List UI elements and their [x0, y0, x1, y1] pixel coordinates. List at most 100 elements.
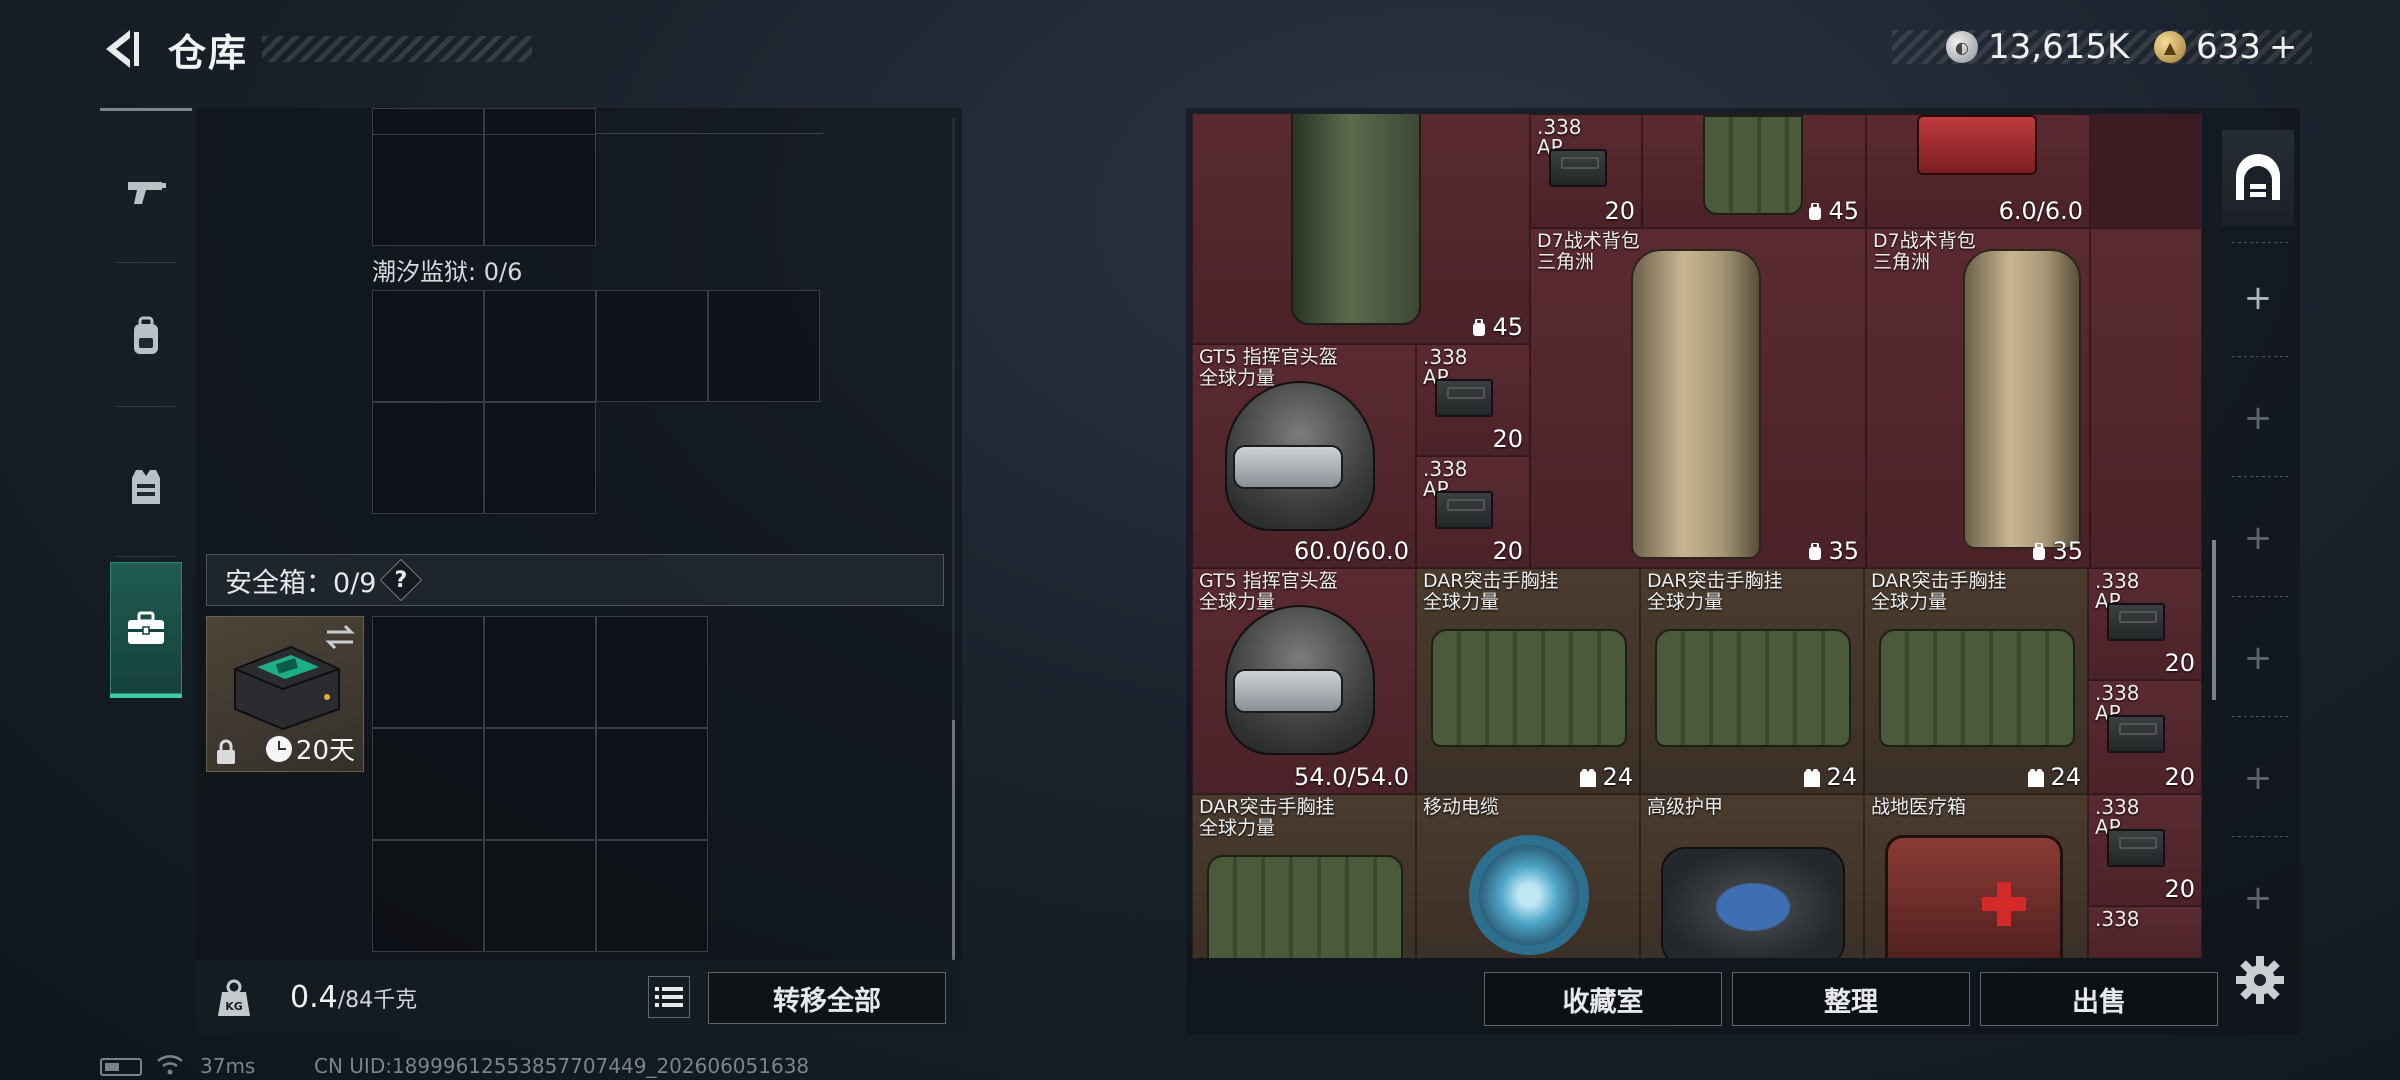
stash-item[interactable]: GT5 指挥官头盔 全球力量 60.0/60.0	[1192, 344, 1416, 568]
add-stash-tab-button[interactable]: +	[2222, 730, 2294, 826]
item-count: 20	[1604, 197, 1635, 225]
add-currency-button[interactable]: +	[2269, 27, 2298, 67]
item-name: 移动电缆	[1423, 796, 1500, 818]
grid-cell[interactable]	[372, 108, 484, 134]
grid-cell[interactable]	[372, 402, 484, 514]
help-button[interactable]: ?	[380, 558, 423, 602]
item-name: D7战术背包 三角洲	[1537, 230, 1640, 273]
side-separator	[2232, 242, 2288, 243]
safe-grid-cell[interactable]	[596, 840, 708, 952]
item-count: 24	[2027, 763, 2081, 791]
safe-grid-cell[interactable]	[484, 840, 596, 952]
grid-cell[interactable]	[372, 290, 484, 402]
gold-currency[interactable]: ▲ 633 +	[2154, 24, 2297, 70]
weight-value: 0.4	[290, 980, 338, 1015]
list-view-button[interactable]	[648, 976, 690, 1018]
grid-cell[interactable]	[708, 290, 820, 402]
stash-item[interactable]: 移动电缆	[1416, 794, 1640, 958]
grid-cell[interactable]	[372, 134, 484, 246]
side-separator	[2232, 596, 2288, 597]
stash-item[interactable]: D7战术背包 三角洲 35	[1866, 228, 2090, 568]
grid-cell[interactable]	[484, 108, 596, 134]
item-count: 24	[1579, 763, 1633, 791]
ammo-box-art	[2107, 715, 2165, 753]
safe-box-capacity: 安全箱：0/9	[225, 567, 377, 599]
settings-gear-icon[interactable]	[2232, 952, 2288, 1008]
weight-icon: KG	[218, 979, 250, 1016]
silver-currency[interactable]: ◐ 13,615K	[1946, 24, 2129, 70]
stash-item[interactable]: 战地医疗箱	[1864, 794, 2088, 958]
add-stash-tab-button[interactable]: +	[2222, 610, 2294, 706]
stash-item[interactable]: GT5 指挥官头盔 全球力量 54.0/54.0	[1192, 568, 1416, 794]
stash-item[interactable]: .338 AP 20	[2088, 794, 2202, 906]
stash-item[interactable]: D7战术背包 三角洲 35	[1530, 228, 1866, 568]
item-name: .338	[2095, 907, 2140, 931]
safe-box-item[interactable]: 20天	[206, 616, 364, 772]
add-stash-tab-button[interactable]: +	[2222, 490, 2294, 586]
stash-item[interactable]: 45	[1642, 114, 1866, 228]
vest-art	[1703, 115, 1803, 215]
back-arrow-icon[interactable]	[96, 24, 146, 74]
stash-tab-main[interactable]	[2222, 130, 2294, 226]
add-stash-tab-button[interactable]: +	[2222, 370, 2294, 466]
chest-rig-art	[1655, 629, 1851, 747]
safe-grid-cell[interactable]	[372, 840, 484, 952]
stash-item[interactable]	[2090, 228, 2202, 568]
safe-grid-cell[interactable]	[484, 728, 596, 840]
stash-item[interactable]: .338 AP 20	[1416, 456, 1530, 568]
stash-icon	[2236, 154, 2280, 200]
tab-weapons[interactable]	[100, 132, 192, 252]
safe-grid-cell[interactable]	[484, 616, 596, 728]
item-name: DAR突击手胸挂 全球力量	[1423, 570, 1559, 613]
stash-item[interactable]: .338 AP 20	[2088, 680, 2202, 794]
stash-item[interactable]: .338	[2088, 906, 2202, 958]
vest-icon	[132, 470, 160, 504]
ammo-box-art	[1435, 379, 1493, 417]
stash-item[interactable]: 6.0/6.0	[1866, 114, 2090, 228]
item-count: 35	[1807, 537, 1859, 565]
tab-safe-box[interactable]	[110, 562, 182, 698]
grid-cell[interactable]	[484, 290, 596, 402]
stash-item[interactable]: DAR突击手胸挂 全球力量	[1192, 794, 1416, 958]
stash-grid: 45 .338 AP 20 45 6.0/6.0 D7战术背包 三角洲 35 D7战…	[1192, 114, 2202, 958]
collection-room-button[interactable]: 收藏室	[1484, 972, 1722, 1026]
ping-readout: 37ms	[200, 1054, 256, 1078]
lock-icon	[217, 739, 235, 764]
stash-item[interactable]: .338 AP 20	[2088, 568, 2202, 680]
chest-rig-art	[1879, 629, 2075, 747]
stash-item[interactable]: DAR突击手胸挂 全球力量 24	[1640, 568, 1864, 794]
safe-grid-cell[interactable]	[372, 728, 484, 840]
tab-column-top-line	[100, 108, 192, 111]
stash-item[interactable]: DAR突击手胸挂 全球力量 24	[1416, 568, 1640, 794]
grid-cell[interactable]	[596, 290, 708, 402]
stash-item[interactable]: 高级护甲	[1640, 794, 1864, 958]
add-stash-tab-button[interactable]: +	[2222, 250, 2294, 346]
tab-separator	[116, 556, 176, 557]
stash-item[interactable]: 45	[1192, 114, 1530, 344]
transfer-all-button[interactable]: 转移全部	[708, 972, 946, 1024]
chest-rig-art	[1431, 629, 1627, 747]
tab-backpack[interactable]	[100, 276, 192, 396]
tan-backpack-art	[1963, 249, 2081, 549]
item-count: 45	[1807, 197, 1859, 225]
stash-scroll-thumb[interactable]	[2212, 540, 2216, 700]
pistol-icon	[128, 182, 166, 204]
safe-grid-cell[interactable]	[372, 616, 484, 728]
grid-cell[interactable]	[484, 134, 596, 246]
container-scroll-thumb[interactable]	[952, 720, 955, 960]
weight-capacity: /84千克	[337, 988, 418, 1013]
grid-cell[interactable]	[484, 402, 596, 514]
add-stash-tab-button[interactable]: +	[2222, 850, 2294, 946]
item-name: 高级护甲	[1647, 796, 1724, 818]
vest-small-icon	[2028, 769, 2045, 787]
stash-item[interactable]: DAR突击手胸挂 全球力量 24	[1864, 568, 2088, 794]
tab-vest[interactable]	[100, 426, 192, 546]
safe-grid-cell[interactable]	[596, 728, 708, 840]
side-separator	[2232, 716, 2288, 717]
stash-item[interactable]: .338 AP 20	[1530, 114, 1642, 228]
sell-button[interactable]: 出售	[1980, 972, 2218, 1026]
item-name: DAR突击手胸挂 全球力量	[1871, 570, 2007, 613]
stash-item[interactable]: .338 AP 20	[1416, 344, 1530, 456]
sort-button[interactable]: 整理	[1732, 972, 1970, 1026]
safe-grid-cell[interactable]	[596, 616, 708, 728]
